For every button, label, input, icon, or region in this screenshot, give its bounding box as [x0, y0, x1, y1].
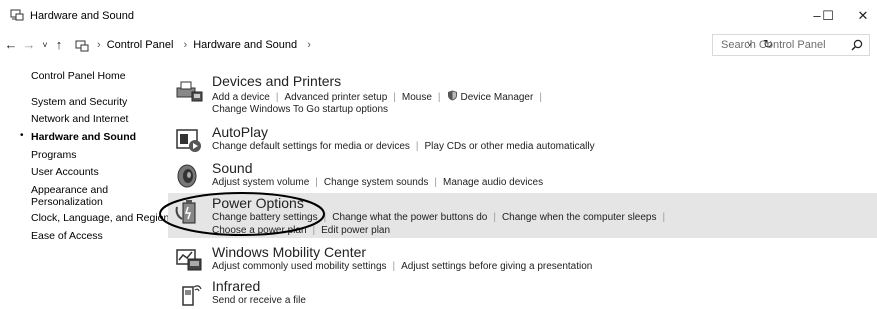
link-add-a-device[interactable]: Add a device: [212, 92, 270, 103]
link-advanced-printer-setup[interactable]: Advanced printer setup: [284, 92, 387, 103]
control-panel-location-icon: [75, 40, 89, 52]
link-play-cds-automatically[interactable]: Play CDs or other media automatically: [425, 141, 595, 152]
category-autoplay: AutoPlay Change default settings for med…: [168, 123, 877, 159]
up-button[interactable]: ↑: [52, 34, 66, 56]
category-devices-and-printers: Devices and Printers Add a device | Advanc…: [168, 70, 877, 115]
devices-and-printers-links-row2: Change Windows To Go startup options: [212, 104, 388, 115]
link-change-power-buttons[interactable]: Change what the power buttons do: [332, 212, 487, 223]
search-icon[interactable]: [851, 39, 863, 51]
annotation-ellipse: [159, 192, 325, 236]
address-bar[interactable]: › Control Panel › Hardware and Sound › ˅…: [70, 34, 773, 56]
mobility-center-links: Adjust commonly used mobility settings | A…: [212, 261, 593, 272]
printer-icon[interactable]: [174, 78, 204, 104]
sidebar-item-programs[interactable]: Programs: [31, 149, 77, 161]
link-device-manager[interactable]: Device Manager: [461, 92, 534, 103]
sidebar-item-appearance-line2[interactable]: Personalization: [31, 196, 103, 208]
active-bullet-icon: •: [20, 130, 24, 141]
speaker-icon[interactable]: [174, 163, 204, 189]
link-change-default-media-settings[interactable]: Change default settings for media or dev…: [212, 141, 410, 152]
search-input[interactable]: Search Control Panel: [712, 34, 870, 56]
link-adjust-system-volume[interactable]: Adjust system volume: [212, 177, 309, 188]
link-change-system-sounds[interactable]: Change system sounds: [324, 177, 429, 188]
breadcrumb-separator[interactable]: ›: [307, 39, 311, 51]
sidebar-item-hardware-and-sound[interactable]: Hardware and Sound: [31, 131, 136, 143]
back-button[interactable]: ←: [4, 34, 18, 56]
infrared-icon[interactable]: [174, 281, 204, 307]
breadcrumb-separator[interactable]: ›: [97, 39, 101, 51]
autoplay-icon[interactable]: [174, 127, 204, 153]
autoplay-links: Change default settings for media or dev…: [212, 141, 595, 152]
control-panel-icon: [10, 9, 24, 21]
sidebar-item-control-panel-home[interactable]: Control Panel Home: [31, 70, 126, 82]
link-adjust-presentation-settings[interactable]: Adjust settings before giving a presenta…: [401, 261, 592, 272]
sidebar-item-system-and-security[interactable]: System and Security: [31, 96, 127, 108]
link-mouse[interactable]: Mouse: [402, 92, 432, 103]
breadcrumb-hardware-and-sound[interactable]: Hardware and Sound: [193, 39, 297, 51]
devices-and-printers-heading[interactable]: Devices and Printers: [212, 73, 341, 89]
sidebar-item-ease-of-access[interactable]: Ease of Access: [31, 230, 103, 242]
link-adjust-mobility-settings[interactable]: Adjust commonly used mobility settings: [212, 261, 387, 272]
sidebar-item-user-accounts[interactable]: User Accounts: [31, 166, 99, 178]
link-change-when-computer-sleeps[interactable]: Change when the computer sleeps: [502, 212, 657, 223]
link-edit-power-plan[interactable]: Edit power plan: [321, 225, 390, 236]
window-title: Hardware and Sound: [30, 10, 134, 22]
search-placeholder: Search Control Panel: [721, 39, 826, 51]
sound-links: Adjust system volume | Change system sound…: [212, 177, 544, 188]
link-manage-audio-devices[interactable]: Manage audio devices: [443, 177, 543, 188]
devices-and-printers-links: Add a device | Advanced printer setup | Mous…: [212, 90, 542, 103]
recent-locations-chevron-icon[interactable]: ˅: [40, 34, 50, 56]
sidebar-item-appearance-line1[interactable]: Appearance and: [31, 184, 108, 196]
close-button[interactable]: ✕: [843, 4, 877, 28]
infrared-links: Send or receive a file: [212, 295, 306, 306]
category-sound: Sound Adjust system volume | Change system…: [168, 159, 877, 191]
windows-mobility-center-heading[interactable]: Windows Mobility Center: [212, 244, 366, 260]
breadcrumb-separator[interactable]: ›: [183, 39, 187, 51]
category-infrared: Infrared Send or receive a file: [168, 277, 877, 309]
maximize-button[interactable]: ☐: [808, 4, 848, 28]
title-bar: Hardware and Sound – ☐ ✕: [0, 0, 877, 30]
address-toolbar: ← → ˅ ↑ › Control Panel › Hardware and S…: [0, 34, 877, 56]
forward-button[interactable]: →: [22, 34, 36, 56]
link-send-or-receive-a-file[interactable]: Send or receive a file: [212, 295, 306, 306]
category-windows-mobility-center: Windows Mobility Center Adjust commonly …: [168, 243, 877, 275]
autoplay-heading[interactable]: AutoPlay: [212, 124, 268, 140]
link-change-windows-to-go[interactable]: Change Windows To Go startup options: [212, 104, 388, 115]
mobility-center-icon[interactable]: [174, 247, 204, 273]
shield-icon: [447, 90, 457, 101]
breadcrumb: › Control Panel › Hardware and Sound ›: [93, 39, 314, 51]
infrared-heading[interactable]: Infrared: [212, 278, 260, 294]
sidebar-item-network-and-internet[interactable]: Network and Internet: [31, 113, 128, 125]
sidebar-item-clock-language-region[interactable]: Clock, Language, and Region: [31, 212, 169, 224]
sound-heading[interactable]: Sound: [212, 160, 252, 176]
breadcrumb-control-panel[interactable]: Control Panel: [107, 39, 174, 51]
